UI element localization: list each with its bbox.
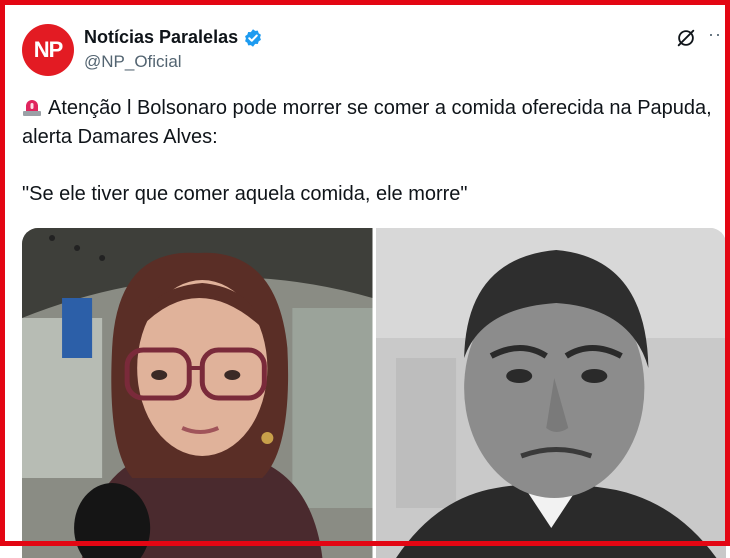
grok-icon[interactable] [675,27,697,49]
media-grid[interactable] [22,228,726,558]
rotating-light-icon [23,100,41,116]
avatar-text: NP [33,37,64,62]
photo-man-black-and-white[interactable] [375,228,726,558]
author-name-row: Notícias Paralelas [84,27,263,48]
tweet-text: Atenção l Bolsonaro pode morrer se comer… [22,94,712,209]
tweet-card[interactable]: NP Notícias Paralelas @NP_Oficial ·· Ate… [0,0,730,558]
tweet-headline: Atenção l Bolsonaro pode morrer se comer… [22,97,712,148]
tweet-quote: "Se ele tiver que comer aquela comida, e… [22,183,468,205]
more-options-icon[interactable]: ·· [708,24,722,45]
handle[interactable]: @NP_Oficial [84,52,182,72]
avatar[interactable]: NP [22,24,74,76]
photo-woman-with-glasses[interactable] [22,228,373,558]
verified-badge-icon [245,28,262,47]
display-name[interactable]: Notícias Paralelas [84,27,238,48]
